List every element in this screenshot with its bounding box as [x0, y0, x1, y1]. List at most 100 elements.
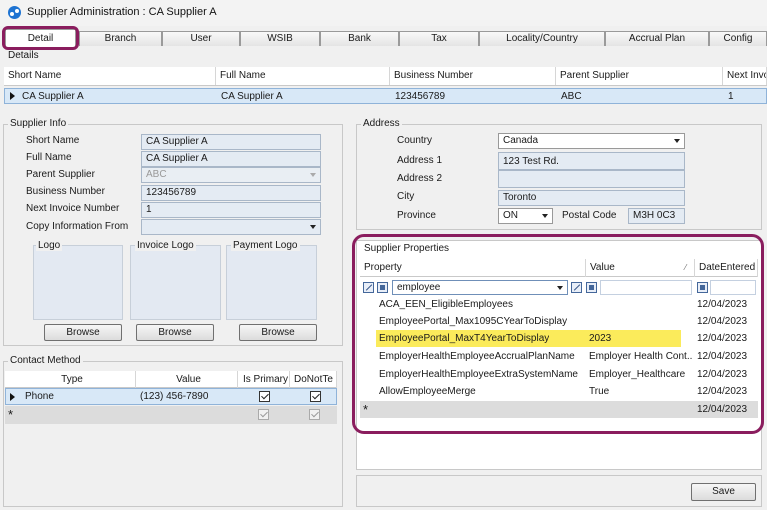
province-select[interactable]: ON — [498, 208, 553, 224]
col-do-not-text[interactable]: DoNotTe — [290, 371, 337, 388]
details-title: Details — [6, 50, 41, 61]
tab-bank[interactable]: Bank — [320, 31, 399, 46]
address-title: Address — [361, 118, 402, 129]
property-new-date: 12/04/2023 — [697, 404, 748, 415]
full-name-field[interactable]: CA Supplier A — [141, 151, 321, 167]
date-filter-input[interactable] — [710, 280, 756, 295]
chevron-down-icon — [674, 139, 680, 143]
country-select[interactable]: Canada — [498, 133, 685, 149]
tab-config[interactable]: Config — [709, 31, 767, 46]
value-filter-edit-icon[interactable] — [571, 282, 582, 293]
col-is-primary[interactable]: Is Primary — [238, 371, 290, 388]
next-invoice-field[interactable]: 1 — [141, 202, 321, 218]
value-filter-operator-icon[interactable] — [586, 282, 597, 293]
property-name: EmployeePortal_MaxT4YearToDisplay — [379, 333, 550, 344]
payment-logo-label: Payment Logo — [231, 240, 300, 251]
details-full-name: CA Supplier A — [221, 91, 283, 102]
property-row[interactable]: EmployeePortal_Max1095CYearToDisplay 12/… — [376, 313, 758, 330]
col-full-name[interactable]: Full Name — [216, 67, 390, 85]
tab-strip: Detail Branch User WSIB Bank Tax Localit… — [0, 27, 767, 47]
details-next-invoice: 1 — [728, 91, 734, 102]
contact-row[interactable]: Phone (123) 456-7890 — [5, 388, 337, 405]
parent-supplier-label: Parent Supplier — [26, 169, 95, 180]
col-short-name[interactable]: Short Name — [4, 67, 216, 85]
property-value: True — [589, 386, 610, 397]
col-date-entered[interactable]: DateEntered — [695, 259, 758, 277]
save-button[interactable]: Save — [691, 483, 756, 501]
copy-info-select[interactable] — [141, 219, 321, 235]
short-name-field[interactable]: CA Supplier A — [141, 134, 321, 150]
invoice-logo-image-box[interactable] — [130, 245, 221, 320]
value-filter-input[interactable] — [600, 280, 692, 295]
city-field[interactable]: Toronto — [498, 190, 685, 206]
property-new-row[interactable]: * 12/04/2023 — [360, 401, 758, 418]
col-business-number[interactable]: Business Number — [390, 67, 556, 85]
col-property[interactable]: Property — [360, 259, 586, 277]
property-value: Employer Health Cont... — [589, 351, 693, 362]
chevron-down-icon — [310, 225, 316, 229]
postal-code-label: Postal Code — [562, 210, 617, 221]
tab-detail[interactable]: Detail — [5, 29, 76, 47]
logo-image-box[interactable] — [33, 245, 123, 320]
col-parent-supplier[interactable]: Parent Supplier — [556, 67, 723, 85]
address2-field[interactable] — [498, 170, 685, 188]
city-label: City — [397, 191, 415, 202]
window-title: Supplier Administration : CA Supplier A — [27, 6, 217, 18]
row-pointer-icon — [10, 92, 15, 100]
property-row[interactable]: EmployerHealthEmployeeAccrualPlanName Em… — [376, 348, 758, 365]
tab-user[interactable]: User — [162, 31, 240, 46]
is-primary-checkbox[interactable] — [259, 391, 270, 402]
logo-label: Logo — [36, 240, 63, 251]
property-row[interactable]: ACA_EEN_EligibleEmployees 12/04/2023 — [376, 296, 758, 313]
sort-icon: ⁄ — [685, 263, 687, 272]
details-business-number: 123456789 — [395, 91, 446, 102]
col-type[interactable]: Type — [5, 371, 136, 388]
browse-invoice-logo-button[interactable]: Browse — [136, 324, 214, 341]
browse-logo-button[interactable]: Browse — [44, 324, 122, 341]
parent-supplier-select[interactable]: ABC — [141, 167, 321, 183]
date-filter-operator-icon[interactable] — [697, 282, 708, 293]
contact-grid-header: Type Value Is Primary DoNotTe — [5, 371, 337, 388]
details-row[interactable]: CA Supplier A CA Supplier A 123456789 AB… — [4, 88, 767, 104]
copy-info-label: Copy Information From — [26, 221, 129, 232]
do-not-text-checkbox-new[interactable] — [309, 409, 320, 420]
filter-operator-icon[interactable] — [377, 282, 388, 293]
property-date: 12/04/2023 — [697, 299, 748, 310]
payment-logo-image-box[interactable] — [226, 245, 317, 320]
property-filter-input[interactable]: employee — [392, 280, 568, 295]
contact-type: Phone — [25, 391, 54, 402]
tab-tax[interactable]: Tax — [399, 31, 479, 46]
property-date: 12/04/2023 — [697, 316, 748, 327]
property-value: Employer_Healthcare — [589, 369, 686, 380]
property-name: EmployerHealthEmployeeExtraSystemName — [379, 369, 578, 380]
province-label: Province — [397, 210, 436, 221]
postal-code-field[interactable]: M3H 0C3 — [628, 208, 685, 224]
contact-value: (123) 456-7890 — [140, 391, 209, 402]
do-not-text-checkbox[interactable] — [310, 391, 321, 402]
property-row[interactable]: AllowEmployeeMerge True 12/04/2023 — [376, 383, 758, 400]
filter-edit-icon[interactable] — [363, 282, 374, 293]
browse-payment-logo-button[interactable]: Browse — [239, 324, 317, 341]
contact-new-row[interactable]: * — [5, 406, 337, 424]
is-primary-checkbox-new[interactable] — [258, 409, 269, 420]
property-row[interactable]: EmployerHealthEmployeeExtraSystemName Em… — [376, 366, 758, 383]
property-value: 2023 — [589, 333, 612, 344]
invoice-logo-label: Invoice Logo — [135, 240, 196, 251]
chevron-down-icon — [557, 286, 563, 290]
business-number-field[interactable]: 123456789 — [141, 185, 321, 201]
property-name: EmployerHealthEmployeeAccrualPlanName — [379, 351, 575, 362]
address1-field[interactable]: 123 Test Rd. — [498, 152, 685, 170]
tab-accrual-plan[interactable]: Accrual Plan — [605, 31, 709, 46]
col-prop-value[interactable]: Value — [586, 259, 695, 277]
property-name: EmployeePortal_Max1095CYearToDisplay — [379, 316, 568, 327]
property-row-highlighted[interactable]: EmployeePortal_MaxT4YearToDisplay 2023 1… — [376, 330, 758, 347]
col-value[interactable]: Value — [136, 371, 238, 388]
col-next-invoice[interactable]: Next Invo — [723, 67, 767, 85]
tab-wsib[interactable]: WSIB — [240, 31, 320, 46]
chevron-down-icon — [542, 214, 548, 218]
tab-locality-country[interactable]: Locality/Country — [479, 31, 605, 46]
tab-branch[interactable]: Branch — [79, 31, 162, 46]
supplier-info-title: Supplier Info — [8, 118, 69, 129]
property-date: 12/04/2023 — [697, 369, 748, 380]
full-name-label: Full Name — [26, 152, 72, 163]
